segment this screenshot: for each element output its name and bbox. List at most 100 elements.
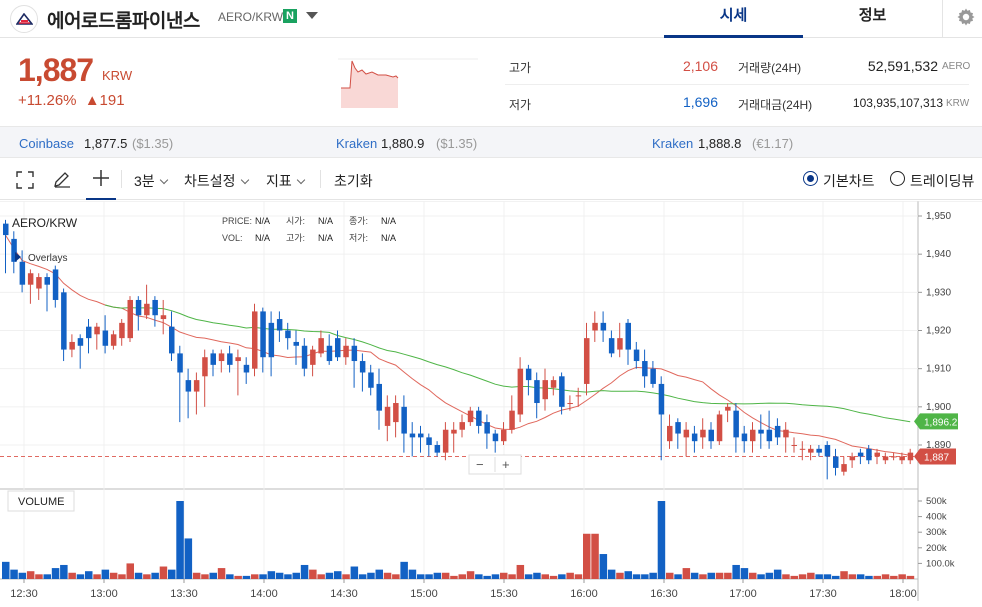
volume-bar	[234, 575, 242, 579]
volume-bar	[765, 572, 774, 579]
divider	[942, 0, 943, 38]
reset-button[interactable]: 초기화	[334, 171, 373, 191]
x-axis-tick: 16:30	[650, 588, 678, 600]
overlays-toggle[interactable]: Overlays	[28, 253, 67, 264]
candle	[310, 349, 316, 365]
gear-icon[interactable]	[956, 7, 976, 27]
coin-name[interactable]: 에어로드롬파이낸스	[47, 6, 200, 33]
x-axis-tick: 15:30	[490, 588, 518, 600]
exchange-name[interactable]: Coinbase	[19, 136, 74, 151]
volume-bar	[450, 575, 458, 579]
pair-label: AERO/KRW	[218, 10, 284, 24]
candle	[359, 361, 366, 373]
volume-bar	[441, 572, 450, 579]
volume-bar	[300, 564, 309, 579]
candle	[625, 322, 631, 350]
volume-title: VOLUME	[18, 496, 64, 508]
x-axis-tick: 15:00	[410, 588, 438, 600]
candle	[144, 303, 150, 316]
x-axis-tick: 14:00	[250, 588, 278, 600]
candle	[600, 322, 607, 331]
volume-bar	[85, 571, 93, 579]
candle	[119, 322, 125, 339]
candle	[899, 456, 905, 461]
crosshair-tool-active[interactable]	[86, 158, 116, 200]
volume-bar	[217, 568, 226, 579]
candle	[550, 380, 557, 388]
volume-bar	[93, 574, 101, 579]
indicators-select[interactable]: 지표	[266, 171, 306, 191]
volume-bar	[60, 564, 68, 579]
chart-symbol: AERO/KRW	[12, 216, 78, 230]
candle	[202, 357, 208, 377]
change-amount: ▲191	[84, 92, 125, 109]
candle	[384, 406, 391, 426]
tab-info[interactable]: 정보	[803, 0, 942, 38]
volume-bar	[10, 569, 18, 579]
volume-bar	[242, 575, 251, 579]
info-low-label: 저가:	[349, 233, 368, 243]
new-badge: N	[283, 9, 297, 23]
exchange-name[interactable]: Kraken	[652, 136, 693, 151]
volume-bar	[367, 572, 375, 579]
candle	[434, 445, 441, 453]
x-axis-tick: 13:30	[170, 588, 198, 600]
volume-bar	[740, 568, 749, 579]
candle	[409, 433, 416, 438]
candle	[716, 414, 723, 442]
volume-bar	[873, 575, 881, 579]
tab-price[interactable]: 시세	[664, 0, 803, 38]
exchange-name[interactable]: Kraken	[336, 136, 377, 151]
candle	[127, 299, 133, 339]
exchange-price: 1,877.5	[84, 136, 128, 151]
zoom-in-button[interactable]: +	[502, 457, 510, 472]
basic-chart-label[interactable]: 기본차트	[823, 171, 875, 191]
current-price: 1,887	[18, 52, 94, 88]
candle	[816, 448, 822, 453]
exchange-bar: Coinbase 1,877.5 ($1.35) Kraken 1,880.9 …	[0, 126, 982, 158]
info-vol-value: N/A	[255, 233, 270, 243]
candle	[401, 406, 407, 434]
volume-axis-tick: 500k	[926, 496, 947, 507]
volume-bar	[641, 574, 649, 579]
candle	[725, 406, 731, 411]
candle	[102, 330, 109, 346]
candle	[584, 338, 590, 384]
candle	[758, 429, 764, 434]
basic-chart-radio[interactable]	[803, 171, 818, 186]
fullscreen-icon[interactable]	[16, 171, 34, 189]
pencil-icon[interactable]	[52, 169, 72, 189]
volume-bar	[26, 571, 35, 579]
x-axis-tick: 14:30	[330, 588, 358, 600]
mini-chart	[338, 58, 478, 110]
volume-bar	[109, 572, 118, 579]
volume-bar	[275, 572, 284, 579]
volume-axis-tick: 200k	[926, 543, 947, 554]
candle	[841, 464, 847, 472]
info-close-label: 종가:	[349, 216, 368, 226]
volume-bar	[707, 572, 715, 579]
high-label: 고가	[509, 61, 532, 75]
candle	[451, 429, 457, 434]
candle	[393, 403, 399, 423]
candle	[268, 322, 275, 358]
volume-bar	[151, 572, 159, 579]
candlestick-chart[interactable]: 1,9501,9401,9301,9201,9101,9001,890500k4…	[0, 201, 982, 607]
volume-bar	[541, 574, 549, 579]
interval-select[interactable]: 3분	[134, 171, 168, 191]
chart-settings-select[interactable]: 차트설정	[184, 171, 249, 191]
volume-bar	[209, 572, 217, 579]
candle	[733, 410, 739, 438]
volume-bar	[815, 574, 823, 579]
chevron-down-icon[interactable]	[306, 12, 318, 19]
tradingview-radio[interactable]	[890, 171, 905, 186]
candle	[293, 341, 299, 346]
candle	[442, 429, 449, 453]
candle	[177, 353, 183, 373]
volume-axis-tick: 300k	[926, 527, 947, 538]
tradingview-label[interactable]: 트레이딩뷰	[910, 171, 974, 191]
volume-bar	[566, 572, 574, 579]
zoom-out-button[interactable]: −	[476, 457, 484, 472]
volume-bar	[500, 572, 508, 579]
chart-toolbar: 3분 차트설정 지표 초기화 기본차트 트레이딩뷰	[0, 158, 982, 200]
